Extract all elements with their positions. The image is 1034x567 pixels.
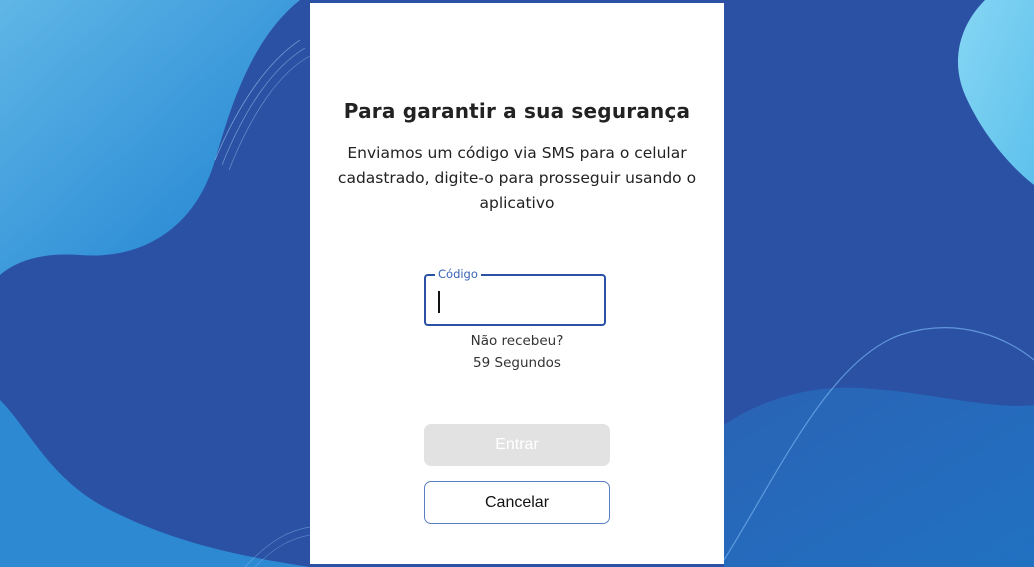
enter-button[interactable]: Entrar bbox=[424, 424, 610, 466]
resend-question: Não recebeu? bbox=[470, 333, 564, 349]
dialog-description: Enviamos um código via SMS para o celula… bbox=[337, 144, 697, 212]
cancel-button[interactable]: Cancelar bbox=[424, 481, 610, 524]
resend-countdown: 59 Segundos bbox=[473, 355, 561, 371]
text-caret bbox=[438, 291, 440, 313]
code-field-label: Código bbox=[435, 267, 481, 281]
dialog-title: Para garantir a sua segurança bbox=[343, 99, 691, 123]
verification-dialog: Para garantir a sua segurança Enviamos u… bbox=[310, 3, 724, 564]
code-field[interactable]: Código bbox=[424, 267, 606, 326]
code-input[interactable] bbox=[438, 290, 594, 312]
